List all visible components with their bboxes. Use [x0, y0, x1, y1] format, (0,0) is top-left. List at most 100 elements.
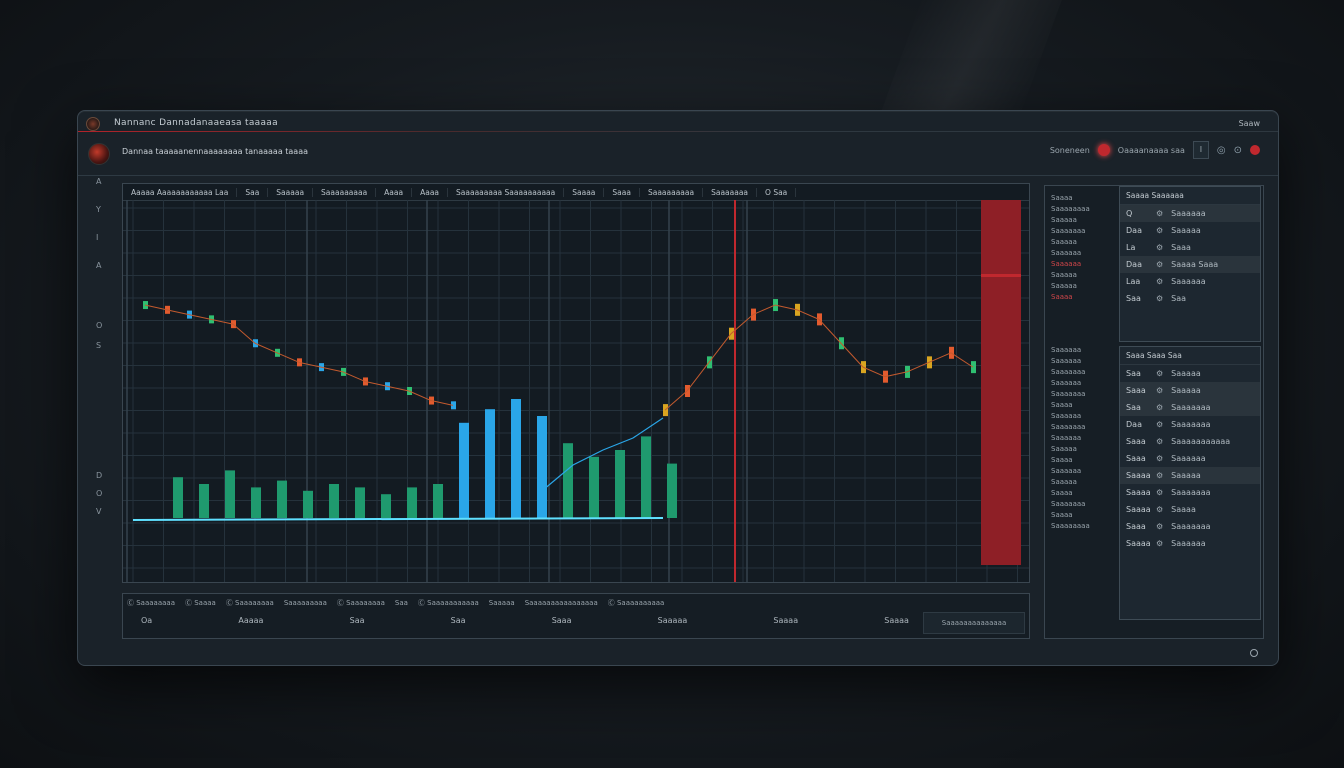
- chart-tab-6[interactable]: Saaaaaaaaa Saaaaaaaaaa: [448, 187, 565, 197]
- list-item[interactable]: Saaa ⚙ Saaaaaaaaaaa: [1120, 433, 1260, 450]
- bottom-tool-3[interactable]: Saaaaaaaaa: [284, 599, 327, 607]
- item-key: Saa: [1126, 403, 1141, 412]
- panel-label[interactable]: Saaaaaaaa: [1051, 522, 1117, 530]
- panel-label[interactable]: Saaaaaaa: [1051, 227, 1117, 235]
- volume-bar: [251, 487, 261, 518]
- left-tool-4[interactable]: O: [96, 321, 102, 330]
- list-item[interactable]: La ⚙ Saaa: [1120, 239, 1260, 256]
- left-tool-2[interactable]: I: [96, 233, 98, 242]
- panel-label[interactable]: Saaaaa: [1051, 238, 1117, 246]
- chart-tab-1[interactable]: Saa: [237, 187, 269, 197]
- left-tool-6[interactable]: D: [96, 471, 102, 480]
- bottom-tool-5[interactable]: Saa: [395, 599, 408, 607]
- bottom-tool-0[interactable]: Ⓒ Saaaaaaaa: [127, 598, 175, 608]
- chart-tab-5[interactable]: Aaaa: [412, 187, 449, 197]
- price-chart[interactable]: Aaaaa Aaaaaaaaaaaa Laa Saa Saaaaa Saaaaaaaa…: [122, 183, 1030, 583]
- alert-icon[interactable]: [1250, 145, 1260, 155]
- panel-label[interactable]: Saaaaaaa: [1051, 423, 1117, 431]
- status-text: Soneneen: [1049, 145, 1090, 155]
- info-box-primary-head: Saaaa Saaaaaa: [1120, 187, 1260, 205]
- panel-label[interactable]: Saaaaaaa: [1051, 390, 1117, 398]
- panel-label[interactable]: Saaaa: [1051, 194, 1117, 202]
- left-tool-1[interactable]: Y: [96, 205, 101, 214]
- left-tool-7[interactable]: O: [96, 489, 102, 498]
- panel-label[interactable]: Saaaaa: [1051, 216, 1117, 224]
- item-value: Saaaaa: [1171, 386, 1201, 395]
- search-text[interactable]: Oaaaanaaaa saa: [1118, 146, 1185, 155]
- list-item[interactable]: Saaa ⚙ Saaaaaa: [1120, 450, 1260, 467]
- list-item[interactable]: Daa ⚙ Saaaa Saaa: [1120, 256, 1260, 273]
- panel-label[interactable]: Saaaaa: [1051, 445, 1117, 453]
- left-tool-5[interactable]: S: [96, 341, 101, 350]
- left-tool-8[interactable]: V: [96, 507, 101, 516]
- list-item[interactable]: Saa ⚙ Saa: [1120, 290, 1260, 307]
- right-left-labels-top: Saaaa Saaaaaaaa Saaaaa Saaaaaaa Saaaaa Saaaaa…: [1051, 194, 1117, 304]
- chart-canvas[interactable]: [123, 200, 1029, 582]
- chart-tab-11[interactable]: O Saa: [757, 187, 797, 197]
- list-item[interactable]: Saaaa ⚙ Saaaaaa: [1120, 535, 1260, 552]
- panel-label[interactable]: Saaaaaaa: [1051, 500, 1117, 508]
- record-status-icon[interactable]: [1097, 144, 1110, 156]
- volume-bar: [199, 484, 209, 518]
- toggle-button[interactable]: Ι: [1192, 141, 1209, 159]
- left-tool-0[interactable]: A: [96, 177, 101, 186]
- panel-label[interactable]: Saaaaaa: [1051, 249, 1117, 257]
- panel-label[interactable]: Saaaa: [1051, 489, 1117, 497]
- info-box-primary: Saaaa Saaaaaa Q ⚙ Saaaaaa Daa ⚙ Saaaaa La ⚙ Saaa…: [1119, 186, 1261, 342]
- panel-label[interactable]: Saaaaa: [1051, 478, 1117, 486]
- bottom-tool-7[interactable]: Saaaaa: [489, 599, 515, 607]
- chart-tab-3[interactable]: Saaaaaaaaa: [313, 187, 377, 197]
- panel-label[interactable]: Saaaaaa: [1051, 434, 1117, 442]
- panel-label[interactable]: Saaaaaa: [1051, 412, 1117, 420]
- list-item[interactable]: Saaaa ⚙ Saaaaaaa: [1120, 484, 1260, 501]
- panel-label[interactable]: Saaaaaaaa: [1051, 205, 1117, 213]
- panel-label[interactable]: Saaaaa: [1051, 282, 1117, 290]
- gear-icon: ⚙: [1156, 539, 1164, 548]
- bottom-tool-8[interactable]: Saaaaaaaaaaaaaaaa: [525, 599, 598, 607]
- list-item[interactable]: Saa ⚙ Saaaaa: [1120, 365, 1260, 382]
- series-1-line: [232, 323, 256, 344]
- list-item[interactable]: Saaaa ⚙ Saaaa: [1120, 501, 1260, 518]
- chart-tab-7[interactable]: Saaaa: [564, 187, 605, 197]
- panel-label[interactable]: Saaaaaaa: [1051, 368, 1117, 376]
- series-2-line: [796, 309, 820, 320]
- list-item[interactable]: Saa ⚙ Saaaaaaa: [1120, 399, 1260, 416]
- panel-label[interactable]: Saaaaaa: [1051, 379, 1117, 387]
- series-1-line: [386, 385, 410, 392]
- list-item[interactable]: Daa ⚙ Saaaaaaa: [1120, 416, 1260, 433]
- bottom-tool-4[interactable]: Ⓒ Saaaaaaaa: [337, 598, 385, 608]
- list-item[interactable]: Laa ⚙ Saaaaaa: [1120, 273, 1260, 290]
- chart-tab-8[interactable]: Saaa: [604, 187, 640, 197]
- list-item[interactable]: Saaaa ⚙ Saaaaa: [1120, 467, 1260, 484]
- bottom-tool-2[interactable]: Ⓒ Saaaaaaaa: [226, 598, 274, 608]
- chart-tab-9[interactable]: Saaaaaaaaa: [640, 187, 704, 197]
- list-item[interactable]: Saaa ⚙ Saaaaaaa: [1120, 518, 1260, 535]
- chart-tab-2[interactable]: Saaaaa: [268, 187, 314, 197]
- list-item[interactable]: Daa ⚙ Saaaaa: [1120, 222, 1260, 239]
- panel-label[interactable]: Saaaa: [1051, 401, 1117, 409]
- bottom-tool-1[interactable]: Ⓒ Saaaa: [185, 598, 216, 608]
- panel-label[interactable]: Saaaa: [1051, 511, 1117, 519]
- left-tool-3[interactable]: A: [96, 261, 101, 270]
- panel-label[interactable]: Saaaa: [1051, 456, 1117, 464]
- panel-label[interactable]: Saaaaaa: [1051, 260, 1117, 268]
- settings-icon[interactable]: ◎: [1217, 145, 1226, 156]
- list-item[interactable]: Saaa ⚙ Saaaaa: [1120, 382, 1260, 399]
- chart-tab-4[interactable]: Aaaa: [376, 187, 413, 197]
- item-key: Saa: [1126, 294, 1141, 303]
- bottom-tool-6[interactable]: Ⓒ Saaaaaaaaaaa: [418, 598, 479, 608]
- panel-label[interactable]: Saaaaaa: [1051, 357, 1117, 365]
- list-item[interactable]: Q ⚙ Saaaaaa: [1120, 205, 1260, 222]
- bottom-action-box[interactable]: Saaaaaaaaaaaaaa: [923, 612, 1025, 634]
- record-icon[interactable]: [88, 143, 110, 165]
- panel-label[interactable]: Saaaaaa: [1051, 467, 1117, 475]
- panel-label[interactable]: Saaaaaa: [1051, 346, 1117, 354]
- target-icon[interactable]: ⊙: [1234, 145, 1242, 156]
- panel-label[interactable]: Saaaaa: [1051, 271, 1117, 279]
- chart-tab-10[interactable]: Saaaaaaa: [703, 187, 758, 197]
- bottom-tool-9[interactable]: Ⓒ Saaaaaaaaaa: [608, 598, 665, 608]
- item-key: Saaaa: [1126, 471, 1151, 480]
- panel-label[interactable]: Saaaa: [1051, 293, 1117, 301]
- window-corner-label[interactable]: Saaw: [1239, 119, 1260, 128]
- chart-tab-0[interactable]: Aaaaa Aaaaaaaaaaaa Laa: [123, 187, 238, 197]
